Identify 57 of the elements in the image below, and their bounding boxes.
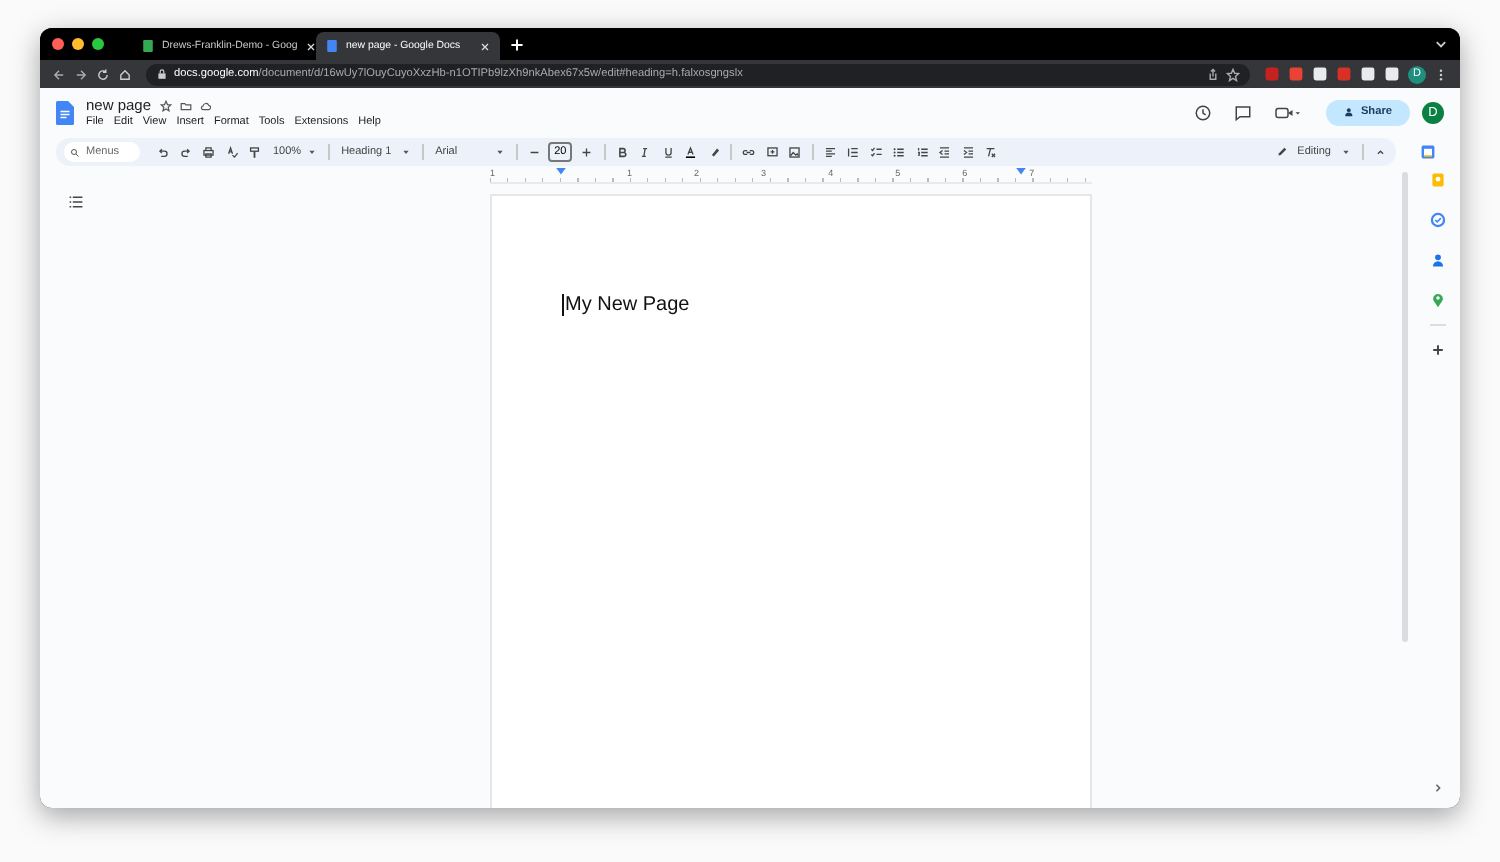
link-icon[interactable] (742, 145, 756, 159)
increase-indent-icon[interactable] (961, 145, 975, 159)
reload-icon[interactable] (96, 67, 110, 81)
document-page[interactable]: My New Page (490, 194, 1092, 808)
image-icon[interactable] (788, 145, 802, 159)
calendar-icon[interactable] (1420, 144, 1436, 160)
add-comment-icon[interactable] (765, 145, 779, 159)
bold-icon[interactable] (615, 145, 629, 159)
history-icon[interactable] (1194, 103, 1213, 121)
star-icon[interactable] (159, 99, 172, 111)
plus-icon[interactable] (580, 145, 594, 159)
comment-icon[interactable] (1234, 103, 1253, 121)
video-call-icon[interactable] (1274, 103, 1303, 121)
chevron-icon[interactable] (1434, 37, 1448, 51)
print-icon[interactable] (202, 145, 215, 159)
contacts-icon[interactable] (1430, 252, 1446, 268)
underline-icon[interactable] (661, 145, 675, 159)
line-spacing-icon[interactable] (846, 145, 860, 159)
lock-icon (156, 68, 168, 80)
spellcheck-icon[interactable] (225, 145, 238, 159)
forward-icon[interactable] (74, 67, 88, 81)
map-pin-icon[interactable] (1430, 292, 1446, 308)
outline-icon[interactable] (68, 194, 84, 210)
clear-formatting-icon[interactable] (984, 145, 998, 159)
italic-icon[interactable] (638, 145, 652, 159)
close-icon[interactable] (305, 41, 316, 51)
highlighter-icon[interactable] (707, 145, 721, 159)
home-icon[interactable] (118, 67, 132, 81)
folder-icon[interactable] (179, 99, 192, 111)
star-icon[interactable] (1226, 67, 1240, 81)
tab-favicon-icon (326, 40, 338, 52)
expand-icon[interactable] (1430, 780, 1446, 796)
pencil-icon (1275, 146, 1288, 158)
caret-icon (1341, 148, 1349, 156)
tab-favicon-icon (142, 40, 154, 52)
new-tab-icon[interactable] (510, 37, 524, 51)
search-icon (70, 147, 80, 157)
numbered-list-icon[interactable] (915, 145, 929, 159)
redo-icon[interactable] (179, 145, 192, 159)
back-icon[interactable] (52, 67, 66, 81)
close-icon[interactable] (480, 41, 490, 51)
add-icon[interactable] (1430, 342, 1446, 358)
more-icon[interactable] (1434, 67, 1448, 81)
cloud-icon[interactable] (199, 99, 212, 111)
paint-format-icon[interactable] (248, 145, 261, 159)
person-icon (1344, 106, 1357, 118)
document-heading: My New Page (562, 294, 690, 316)
checklist-icon[interactable] (869, 145, 883, 159)
align-icon[interactable] (823, 145, 837, 159)
bulleted-list-icon[interactable] (892, 145, 906, 159)
text-color-icon[interactable] (684, 145, 698, 159)
collapse-icon[interactable] (1373, 145, 1386, 159)
decrease-indent-icon[interactable] (938, 145, 952, 159)
share-icon[interactable] (1206, 67, 1220, 81)
docs-logo-icon[interactable] (56, 99, 74, 125)
tasks-icon[interactable] (1430, 212, 1446, 228)
undo-icon[interactable] (156, 145, 169, 159)
